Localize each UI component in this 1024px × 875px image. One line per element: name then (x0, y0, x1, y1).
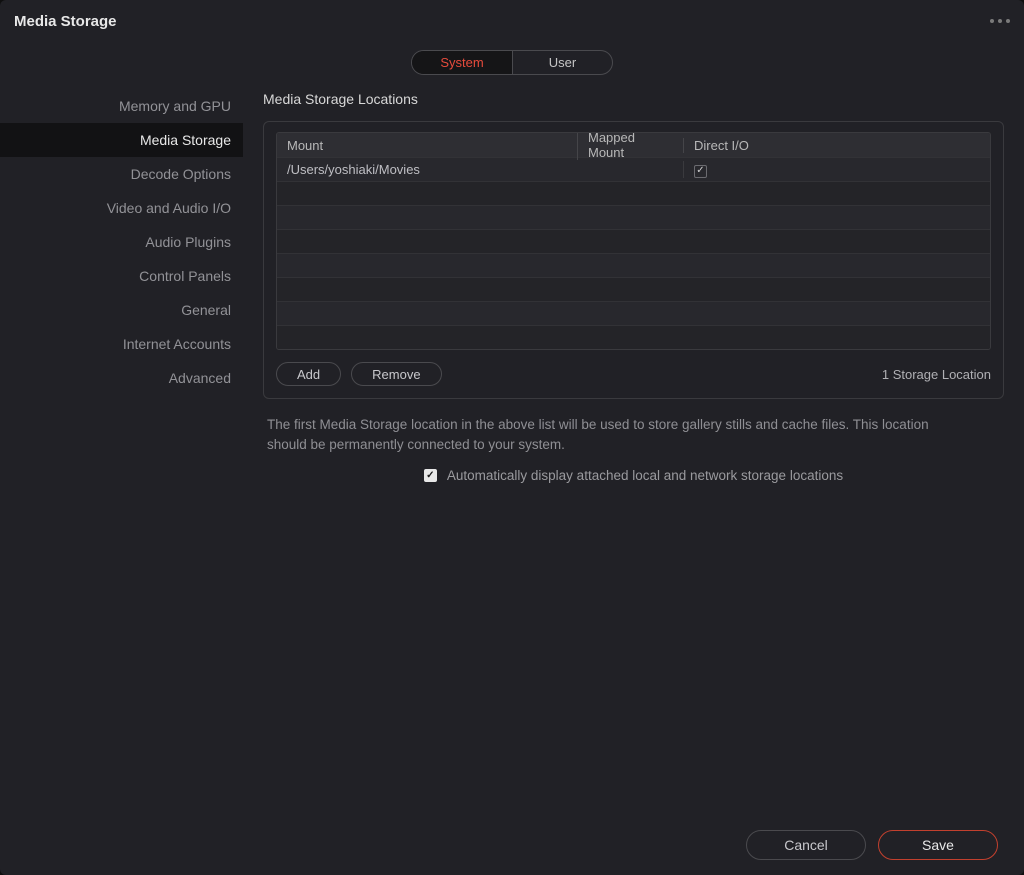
table-row[interactable] (277, 277, 990, 301)
table-row[interactable] (277, 253, 990, 277)
auto-display-label: Automatically display attached local and… (447, 468, 843, 483)
table-row[interactable] (277, 301, 990, 325)
sidebar-item-media-storage[interactable]: Media Storage (0, 123, 243, 157)
sidebar-item-audio-plugins[interactable]: Audio Plugins (0, 225, 243, 259)
tab-user[interactable]: User (512, 51, 612, 74)
settings-sidebar: Memory and GPU Media Storage Decode Opti… (0, 89, 243, 815)
storage-count-status: 1 Storage Location (882, 367, 991, 382)
cancel-button[interactable]: Cancel (746, 830, 866, 860)
sidebar-item-control-panels[interactable]: Control Panels (0, 259, 243, 293)
add-button[interactable]: Add (276, 362, 341, 386)
sidebar-item-memory-gpu[interactable]: Memory and GPU (0, 89, 243, 123)
remove-button[interactable]: Remove (351, 362, 441, 386)
col-mapped-mount[interactable]: Mapped Mount (577, 132, 683, 160)
table-row[interactable]: /Users/yoshiaki/Movies (277, 157, 990, 181)
sidebar-item-advanced[interactable]: Advanced (0, 361, 243, 395)
sidebar-item-general[interactable]: General (0, 293, 243, 327)
col-mount[interactable]: Mount (277, 138, 577, 153)
tab-system[interactable]: System (412, 51, 512, 74)
sidebar-item-internet-accounts[interactable]: Internet Accounts (0, 327, 243, 361)
direct-io-checkbox[interactable] (694, 165, 707, 178)
system-user-segmented: System User (411, 50, 613, 75)
cell-direct-io (683, 161, 990, 178)
section-title: Media Storage Locations (263, 89, 1004, 107)
sidebar-item-video-audio-io[interactable]: Video and Audio I/O (0, 191, 243, 225)
table-row[interactable] (277, 325, 990, 349)
table-row[interactable] (277, 205, 990, 229)
save-button[interactable]: Save (878, 830, 998, 860)
auto-display-checkbox[interactable] (424, 469, 437, 482)
sidebar-item-decode-options[interactable]: Decode Options (0, 157, 243, 191)
table-row[interactable] (277, 181, 990, 205)
col-direct-io[interactable]: Direct I/O (683, 138, 990, 153)
window-title: Media Storage (14, 13, 117, 30)
table-header: Mount Mapped Mount Direct I/O (277, 133, 990, 157)
storage-panel: Mount Mapped Mount Direct I/O /Users/yos… (263, 121, 1004, 399)
help-text: The first Media Storage location in the … (267, 415, 967, 454)
options-menu-icon[interactable] (990, 19, 1010, 23)
cell-mount: /Users/yoshiaki/Movies (277, 162, 577, 177)
storage-table: Mount Mapped Mount Direct I/O /Users/yos… (276, 132, 991, 350)
table-row[interactable] (277, 229, 990, 253)
